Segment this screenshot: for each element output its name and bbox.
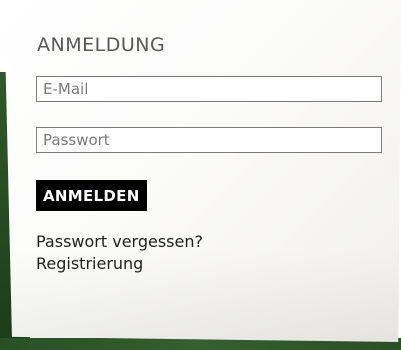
login-button[interactable]: ANMELDEN (36, 180, 147, 211)
login-heading: ANMELDUNG (37, 34, 166, 56)
email-input[interactable] (36, 76, 382, 102)
password-input[interactable] (36, 127, 382, 153)
register-link[interactable]: Registrierung (36, 254, 143, 274)
forgot-password-link[interactable]: Passwort vergessen? (36, 232, 203, 252)
